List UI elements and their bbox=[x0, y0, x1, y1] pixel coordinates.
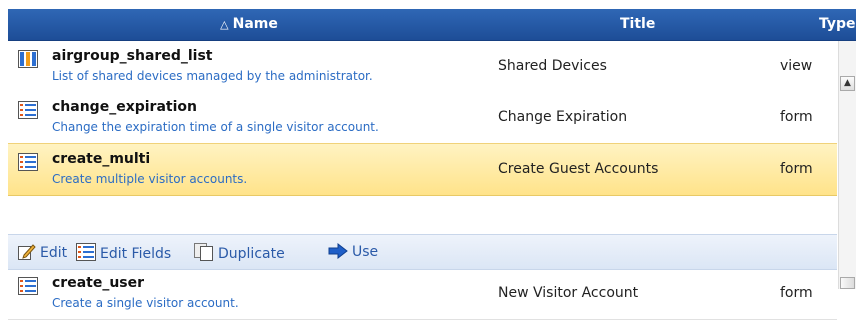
row-name[interactable]: airgroup_shared_list bbox=[52, 48, 212, 64]
row-type: view bbox=[780, 58, 813, 74]
type-column-header[interactable]: Type bbox=[819, 16, 856, 32]
row-name[interactable]: create_multi bbox=[52, 151, 150, 167]
row-title: Change Expiration bbox=[498, 109, 628, 125]
edit-fields-button[interactable]: Edit Fields bbox=[76, 243, 171, 262]
edit-fields-icon bbox=[76, 243, 96, 261]
row-type: form bbox=[780, 161, 813, 177]
vertical-scrollbar[interactable]: ▲ bbox=[838, 41, 856, 289]
view-columns-icon bbox=[18, 50, 38, 68]
chevron-up-icon: ▲ bbox=[844, 78, 851, 88]
table-row-selected[interactable]: create_multi Create multiple visitor acc… bbox=[8, 143, 837, 196]
row-name[interactable]: change_expiration bbox=[52, 99, 197, 115]
row-description: Create a single visitor account. bbox=[52, 296, 239, 310]
edit-button[interactable]: Edit bbox=[18, 243, 67, 261]
row-title: Shared Devices bbox=[498, 58, 607, 74]
row-description: Change the expiration time of a single v… bbox=[52, 120, 379, 134]
row-title: New Visitor Account bbox=[498, 285, 639, 301]
use-button[interactable]: Use bbox=[328, 242, 378, 260]
table-header: △ Name Title Type bbox=[8, 9, 856, 41]
arrow-right-icon bbox=[328, 242, 348, 260]
name-column-header[interactable]: △ Name bbox=[8, 16, 490, 32]
scroll-up-button[interactable]: ▲ bbox=[840, 76, 855, 91]
row-description: Create multiple visitor accounts. bbox=[52, 172, 248, 186]
title-column-header[interactable]: Title bbox=[620, 16, 655, 32]
edit-icon bbox=[18, 244, 36, 260]
row-type: form bbox=[780, 109, 813, 125]
row-description: List of shared devices managed by the ad… bbox=[52, 69, 373, 83]
sort-ascending-icon: △ bbox=[220, 18, 229, 31]
form-icon bbox=[18, 101, 38, 119]
duplicate-button[interactable]: Duplicate bbox=[194, 243, 285, 262]
row-actions-bar: Edit Edit Fields Duplicate Use bbox=[8, 234, 837, 270]
table-row[interactable]: create_user Create a single visitor acco… bbox=[8, 268, 837, 320]
scroll-thumb[interactable] bbox=[840, 277, 855, 289]
row-title: Create Guest Accounts bbox=[498, 161, 659, 177]
table-row[interactable]: change_expiration Change the expiration … bbox=[8, 92, 837, 144]
duplicate-icon bbox=[194, 243, 213, 261]
table-row[interactable]: airgroup_shared_list List of shared devi… bbox=[8, 41, 837, 93]
form-icon bbox=[18, 153, 38, 171]
row-type: form bbox=[780, 285, 813, 301]
form-icon bbox=[18, 277, 38, 295]
